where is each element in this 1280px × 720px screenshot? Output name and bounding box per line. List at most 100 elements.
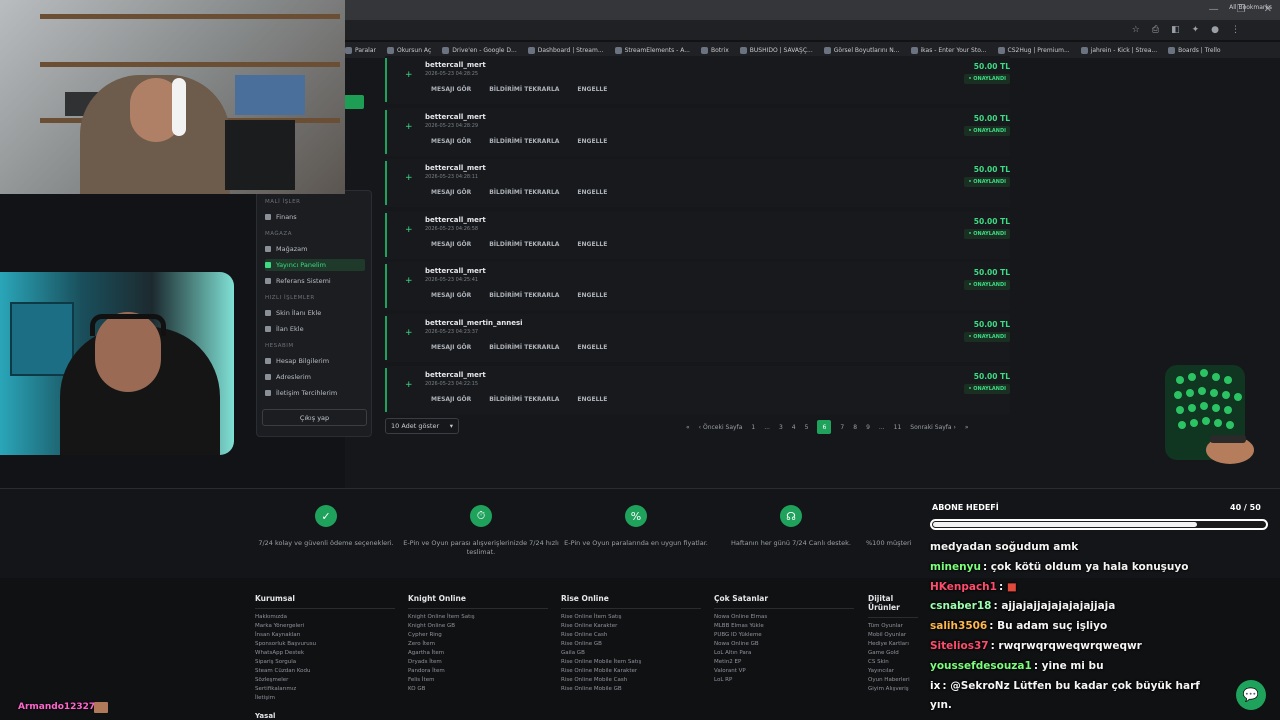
footer-link[interactable]: Rise Online Cash xyxy=(561,631,701,640)
sidebar-item[interactable]: Finans xyxy=(265,211,365,223)
expand-icon[interactable]: + xyxy=(405,173,413,183)
footer-link[interactable]: Rise Online Mobile Cash xyxy=(561,676,701,685)
minimize-icon[interactable]: — xyxy=(1209,4,1219,15)
replay-notification-button[interactable]: BİLDİRİMİ TEKRARLA xyxy=(489,344,559,351)
footer-link[interactable]: İletişim xyxy=(255,694,395,703)
bookmark-item[interactable]: BUSHIDO | SAVAŞÇ... xyxy=(739,46,813,54)
prev-page-button[interactable]: ‹ Önceki Sayfa xyxy=(699,424,743,431)
footer-link[interactable]: İnsan Kaynakları xyxy=(255,631,395,640)
page-button[interactable]: 1 xyxy=(751,424,755,431)
page-button[interactable]: 11 xyxy=(894,424,902,431)
footer-link[interactable]: Marka Yönergeleri xyxy=(255,622,395,631)
block-button[interactable]: ENGELLE xyxy=(577,344,607,351)
footer-link[interactable]: Knight Online İtem Satış xyxy=(408,613,548,622)
sidebar-item[interactable]: İletişim Tercihlerim xyxy=(265,387,365,399)
bookmark-item[interactable]: StreamElements - A... xyxy=(614,46,690,54)
footer-link[interactable]: Tüm Oyunlar xyxy=(868,622,918,631)
next-page-button[interactable]: Sonraki Sayfa › xyxy=(910,424,956,431)
view-message-button[interactable]: MESAJI GÖR xyxy=(431,189,471,196)
bookmark-item[interactable]: Dashboard | Stream... xyxy=(527,46,604,54)
page-button[interactable]: 5 xyxy=(805,424,809,431)
puzzle-icon[interactable]: ✦ xyxy=(1192,25,1200,35)
block-button[interactable]: ENGELLE xyxy=(577,86,607,93)
print-icon[interactable]: ⎙ xyxy=(1152,25,1159,35)
footer-link[interactable]: KO GB xyxy=(408,685,548,694)
bookmark-item[interactable]: Drive'en - Google D... xyxy=(442,46,517,54)
footer-link[interactable]: Game Gold xyxy=(868,649,918,658)
footer-link[interactable]: WhatsApp Destek xyxy=(255,649,395,658)
bookmark-item[interactable]: Görsel Boyutlarını N... xyxy=(823,46,900,54)
chat-support-icon[interactable]: 💬 xyxy=(1236,680,1266,710)
per-page-select[interactable]: 10 Adet göster ▾ xyxy=(385,418,459,434)
logout-button[interactable]: Çıkış yap xyxy=(262,409,367,426)
view-message-button[interactable]: MESAJI GÖR xyxy=(431,344,471,351)
bookmark-item[interactable]: Boards | Trello xyxy=(1168,46,1221,54)
block-button[interactable]: ENGELLE xyxy=(577,189,607,196)
footer-link[interactable]: LoL RP xyxy=(714,676,854,685)
block-button[interactable]: ENGELLE xyxy=(577,292,607,299)
footer-link[interactable]: Dryads İtem xyxy=(408,658,548,667)
footer-link[interactable]: Knight Online GB xyxy=(408,622,548,631)
extension-icon[interactable]: ◧ xyxy=(1171,25,1180,35)
expand-icon[interactable]: + xyxy=(405,380,413,390)
view-message-button[interactable]: MESAJI GÖR xyxy=(431,86,471,93)
page-button[interactable]: 4 xyxy=(792,424,796,431)
replay-notification-button[interactable]: BİLDİRİMİ TEKRARLA xyxy=(489,396,559,403)
footer-link[interactable]: Zero İtem xyxy=(408,640,548,649)
expand-icon[interactable]: + xyxy=(405,225,413,235)
sidebar-item[interactable]: Referans Sistemi xyxy=(265,275,365,287)
footer-link[interactable]: Agartha İtem xyxy=(408,649,548,658)
footer-link[interactable]: Sipariş Sorgula xyxy=(255,658,395,667)
all-bookmarks[interactable]: All Bookmarks xyxy=(1229,4,1272,11)
expand-icon[interactable]: + xyxy=(405,276,413,286)
sidebar-item[interactable]: Yayıncı Panelim xyxy=(265,259,365,271)
footer-link[interactable]: Sponsorluk Başvurusu xyxy=(255,640,395,649)
footer-link[interactable]: Giyim Alışveriş xyxy=(868,685,918,694)
sidebar-item[interactable]: İlan Ekle xyxy=(265,323,365,335)
footer-link[interactable]: Rise Online Karakter xyxy=(561,622,701,631)
last-page-button[interactable]: » xyxy=(965,424,969,431)
page-button[interactable]: 9 xyxy=(866,424,870,431)
footer-link[interactable]: Cypher Ring xyxy=(408,631,548,640)
footer-link[interactable]: Nowa Online Elmas xyxy=(714,613,854,622)
bookmark-item[interactable]: Okursun Aç xyxy=(386,46,431,54)
footer-link[interactable]: CS Skin xyxy=(868,658,918,667)
bookmark-item[interactable]: CS2Hug | Premium... xyxy=(997,46,1070,54)
block-button[interactable]: ENGELLE xyxy=(577,241,607,248)
block-button[interactable]: ENGELLE xyxy=(577,396,607,403)
view-message-button[interactable]: MESAJI GÖR xyxy=(431,396,471,403)
expand-icon[interactable]: + xyxy=(405,70,413,80)
footer-link[interactable]: Mobil Oyunlar xyxy=(868,631,918,640)
green-tab[interactable] xyxy=(344,95,364,109)
page-button[interactable]: 6 xyxy=(817,420,832,434)
footer-link[interactable]: PUBG ID Yükleme xyxy=(714,631,854,640)
footer-link[interactable]: Sertifikalarımız xyxy=(255,685,395,694)
page-button[interactable]: 3 xyxy=(779,424,783,431)
footer-link[interactable]: MLBB Elmas Yükle xyxy=(714,622,854,631)
sidebar-item[interactable]: Skin İlanı Ekle xyxy=(265,307,365,319)
expand-icon[interactable]: + xyxy=(405,328,413,338)
replay-notification-button[interactable]: BİLDİRİMİ TEKRARLA xyxy=(489,138,559,145)
profile-icon[interactable]: ● xyxy=(1211,25,1219,35)
footer-link[interactable]: Nowa Online GB xyxy=(714,640,854,649)
footer-link[interactable]: Hediye Kartları xyxy=(868,640,918,649)
bookmark-item[interactable]: Paralar xyxy=(345,46,376,54)
page-button[interactable]: 7 xyxy=(840,424,844,431)
view-message-button[interactable]: MESAJI GÖR xyxy=(431,292,471,299)
footer-link[interactable]: Gaila GB xyxy=(561,649,701,658)
footer-link[interactable]: Pandora İtem xyxy=(408,667,548,676)
sidebar-item[interactable]: Adreslerim xyxy=(265,371,365,383)
footer-link[interactable]: Oyun Haberleri xyxy=(868,676,918,685)
view-message-button[interactable]: MESAJI GÖR xyxy=(431,138,471,145)
footer-link[interactable]: Yayıncılar xyxy=(868,667,918,676)
bookmark-item[interactable]: ikas - Enter Your Sto... xyxy=(910,46,987,54)
replay-notification-button[interactable]: BİLDİRİMİ TEKRARLA xyxy=(489,292,559,299)
footer-link[interactable]: Rise Online GB xyxy=(561,640,701,649)
bookmark-item[interactable]: Botrix xyxy=(700,46,729,54)
footer-link[interactable]: Hakkımızda xyxy=(255,613,395,622)
footer-link[interactable]: Felis İtem xyxy=(408,676,548,685)
replay-notification-button[interactable]: BİLDİRİMİ TEKRARLA xyxy=(489,241,559,248)
footer-link[interactable]: LoL Altın Para xyxy=(714,649,854,658)
replay-notification-button[interactable]: BİLDİRİMİ TEKRARLA xyxy=(489,86,559,93)
footer-link[interactable]: Rise Online İtem Satış xyxy=(561,613,701,622)
